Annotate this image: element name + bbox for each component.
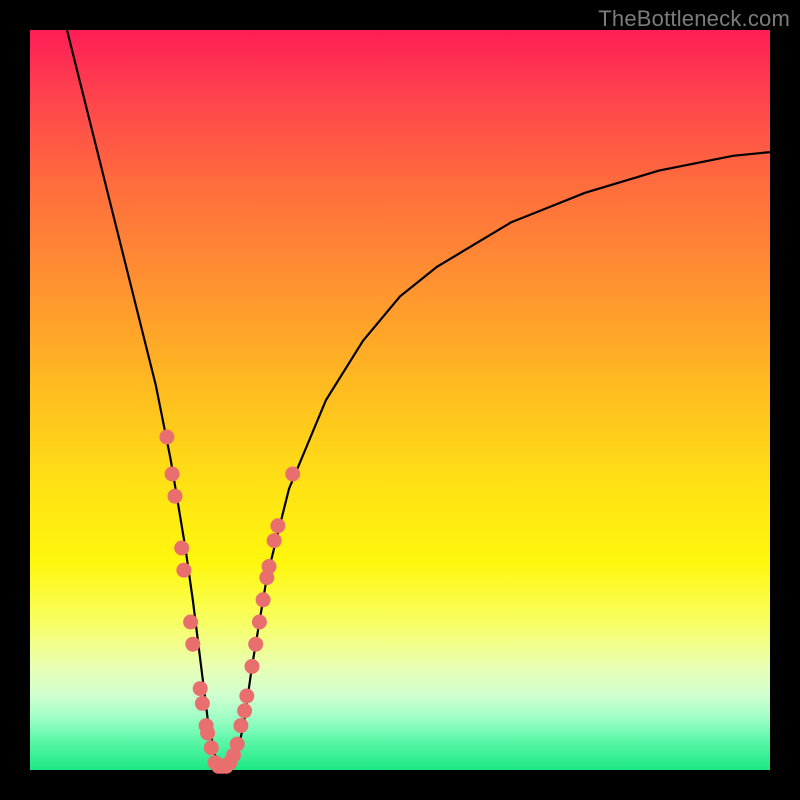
data-point: [174, 541, 189, 556]
chart-svg: [30, 30, 770, 770]
data-point: [239, 689, 254, 704]
data-point: [193, 681, 208, 696]
data-point: [262, 559, 277, 574]
plot-area: [30, 30, 770, 770]
data-point: [245, 659, 260, 674]
data-point: [200, 726, 215, 741]
data-point: [183, 615, 198, 630]
data-point: [270, 518, 285, 533]
data-point: [256, 592, 271, 607]
data-point: [168, 489, 183, 504]
data-point: [252, 615, 267, 630]
chart-frame: TheBottleneck.com: [0, 0, 800, 800]
data-markers: [159, 430, 300, 774]
watermark-text: TheBottleneck.com: [598, 6, 790, 32]
data-point: [176, 563, 191, 578]
data-point: [204, 740, 219, 755]
data-point: [267, 533, 282, 548]
data-point: [185, 637, 200, 652]
data-point: [285, 467, 300, 482]
data-point: [195, 696, 210, 711]
data-point: [165, 467, 180, 482]
data-point: [233, 718, 248, 733]
data-point: [159, 430, 174, 445]
data-point: [230, 737, 245, 752]
data-point: [237, 703, 252, 718]
bottleneck-curve: [67, 30, 770, 770]
data-point: [248, 637, 263, 652]
